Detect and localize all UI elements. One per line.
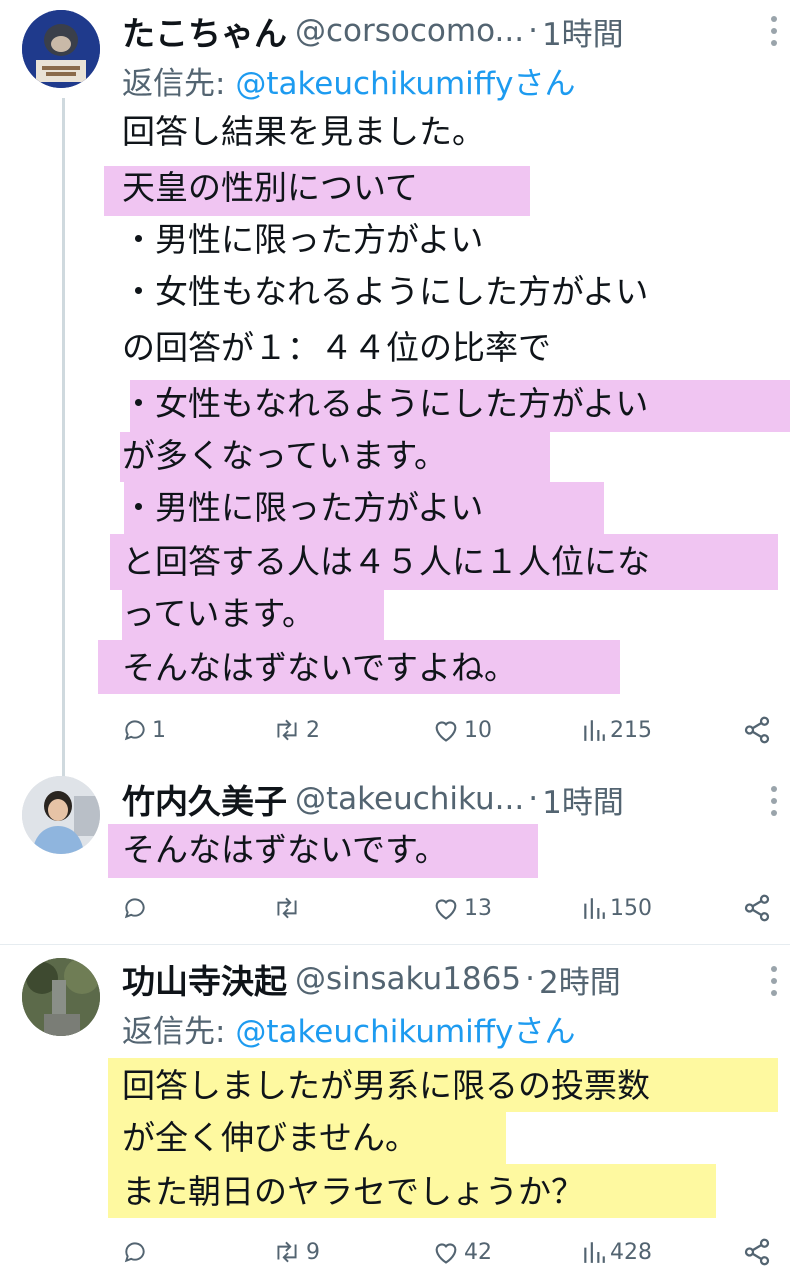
views-chart-icon: [584, 1242, 605, 1263]
text-line: っています。: [122, 594, 316, 633]
separator-dot: ·: [525, 961, 535, 997]
like-button[interactable]: 13: [432, 895, 582, 921]
tweet-actions: 9 42 428: [122, 1232, 772, 1272]
like-count: 10: [464, 717, 492, 743]
share-button[interactable]: [742, 715, 772, 745]
retweet-count: 2: [306, 717, 320, 743]
separator-dot: ·: [528, 13, 538, 49]
text-line: ・男性に限った方がよい: [122, 220, 484, 259]
text-line: が多くなっています。: [122, 436, 448, 475]
text-line: また朝日のヤラセでしょうか？: [122, 1172, 584, 1211]
tweet-header: 竹内久美子 @takeuchiku... · 1時間: [122, 776, 782, 822]
views-chart-icon: [584, 720, 605, 741]
text-line: ・女性もなれるようにした方がよい: [122, 384, 649, 423]
reply-prefix: 返信先:: [122, 1014, 236, 1050]
views-button[interactable]: 150: [582, 895, 732, 921]
views-button[interactable]: 215: [582, 717, 732, 743]
user-handle[interactable]: @takeuchiku...: [295, 781, 524, 817]
reply-icon: [124, 1242, 145, 1263]
avatar[interactable]: [22, 958, 100, 1036]
reply-mention-link[interactable]: @takeuchikumiffyさん: [235, 1014, 575, 1050]
reply-to-label: 返信先: @takeuchikumiffyさん: [122, 58, 576, 103]
text-line: 回答し結果を見ました。: [122, 112, 485, 151]
reply-prefix: 返信先:: [122, 66, 236, 102]
reply-count: 1: [152, 717, 166, 743]
user-handle[interactable]: @corsocomo...: [295, 13, 524, 49]
views-count: 428: [610, 1239, 652, 1265]
avatar[interactable]: [22, 10, 100, 88]
timestamp[interactable]: 2時間: [539, 957, 621, 1002]
share-icon: [744, 894, 770, 922]
text-line: の回答が１：４４位の比率で: [122, 328, 551, 367]
avatar[interactable]: [22, 776, 100, 854]
display-name[interactable]: 功山寺決起: [122, 956, 287, 1002]
more-options-icon[interactable]: [770, 14, 778, 48]
separator-dot: ·: [528, 781, 539, 817]
text-line: ・男性に限った方がよい: [122, 488, 484, 527]
views-count: 215: [610, 717, 652, 743]
reply-button[interactable]: 1: [122, 717, 272, 743]
retweet-button[interactable]: [272, 895, 432, 921]
thread-connector-line: [62, 98, 65, 778]
reply-icon: [124, 898, 145, 919]
tweet-text: そんなはずないです。: [122, 830, 448, 869]
tweet-actions: 13 150: [122, 888, 772, 928]
tweet-actions: 1 2 10 215: [122, 710, 772, 750]
avatar-image: [22, 958, 100, 1036]
views-count: 150: [610, 895, 652, 921]
text-line: 回答しましたが男系に限るの投票数: [122, 1066, 650, 1105]
like-count: 13: [464, 895, 492, 921]
reply-to-label: 返信先: @takeuchikumiffyさん: [122, 1006, 576, 1051]
share-button[interactable]: [742, 1237, 772, 1267]
like-button[interactable]: 42: [432, 1239, 582, 1265]
retweet-count: 9: [306, 1239, 320, 1265]
more-options-icon[interactable]: [770, 784, 778, 818]
display-name[interactable]: 竹内久美子: [122, 776, 287, 822]
text-line: ・女性もなれるようにした方がよい: [122, 272, 649, 311]
reply-button[interactable]: [122, 1239, 272, 1265]
reply-button[interactable]: [122, 895, 272, 921]
views-button[interactable]: 428: [582, 1239, 732, 1265]
heart-icon: [435, 721, 457, 742]
views-chart-icon: [584, 898, 605, 919]
share-icon: [744, 1238, 770, 1266]
text-line: そんなはずないですよね。: [122, 648, 518, 687]
retweet-icon: [277, 1241, 297, 1263]
tweet-header: たこちゃん @corsocomo... · 1時間: [122, 8, 782, 54]
text-line: と回答する人は４５人に１人位にな: [122, 542, 650, 581]
share-button[interactable]: [742, 893, 772, 923]
retweet-icon: [277, 719, 297, 741]
timestamp[interactable]: 1時間: [542, 777, 624, 822]
heart-icon: [435, 1243, 457, 1264]
text-line: 天皇の性別について: [122, 168, 419, 207]
like-button[interactable]: 10: [432, 717, 582, 743]
reply-mention-link[interactable]: @takeuchikumiffyさん: [235, 66, 575, 102]
more-options-icon[interactable]: [770, 964, 778, 998]
tweet-header: 功山寺決起 @sinsaku1865 · 2時間: [122, 956, 782, 1002]
text-line: が全く伸びません。: [122, 1118, 419, 1157]
heart-icon: [435, 899, 457, 920]
user-handle[interactable]: @sinsaku1865: [295, 961, 521, 997]
timestamp[interactable]: 1時間: [542, 9, 624, 54]
retweet-button[interactable]: 2: [272, 717, 432, 743]
reply-icon: [124, 720, 145, 741]
share-icon: [744, 716, 770, 744]
avatar-image: [22, 776, 100, 854]
retweet-button[interactable]: 9: [272, 1239, 432, 1265]
like-count: 42: [464, 1239, 492, 1265]
retweet-icon: [277, 897, 297, 919]
avatar-image: [22, 10, 100, 88]
display-name[interactable]: たこちゃん: [122, 8, 287, 54]
tweet-divider: [0, 944, 790, 945]
